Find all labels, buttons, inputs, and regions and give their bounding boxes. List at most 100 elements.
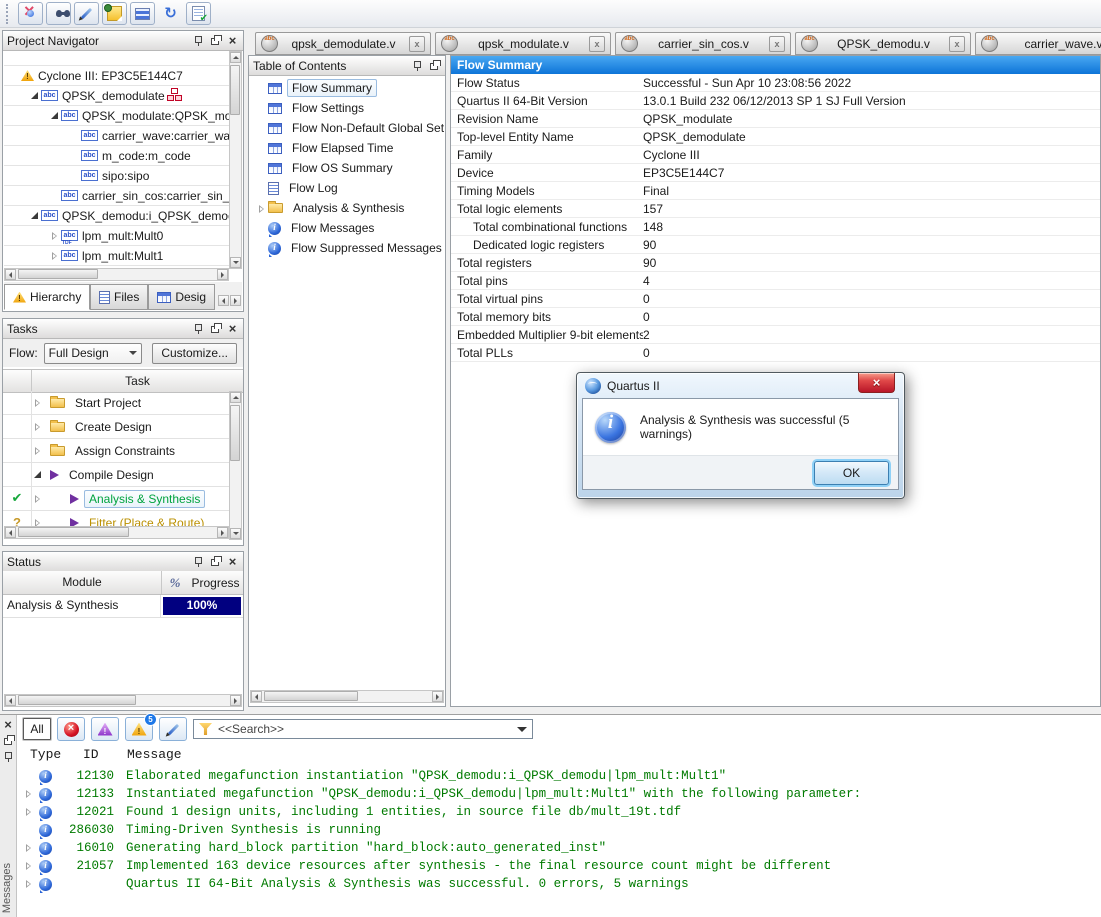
filter-critical-warnings-button[interactable] — [91, 717, 119, 741]
toc-item[interactable]: Flow OS Summary — [250, 158, 444, 178]
tree-item[interactable]: QPSK_demodu:i_QPSK_demodu — [4, 206, 229, 226]
tree-item[interactable]: lpm_mult:Mult1 — [4, 246, 229, 266]
scroll-track[interactable] — [16, 527, 217, 538]
scroll-left-icon[interactable] — [5, 269, 16, 280]
notes-button[interactable] — [102, 2, 127, 25]
scroll-thumb[interactable] — [18, 695, 136, 705]
expand-arrow-icon[interactable] — [256, 103, 267, 114]
tree-item[interactable]: sipo:sipo — [4, 166, 229, 186]
scroll-track[interactable] — [230, 403, 241, 528]
toc-item[interactable]: Flow Log — [250, 178, 444, 198]
float-icon[interactable] — [209, 34, 222, 47]
expand-arrow-icon[interactable] — [256, 203, 267, 214]
status-horizontal-scrollbar[interactable] — [4, 694, 242, 707]
message-row[interactable]: 286030 Timing-Driven Synthesis is runnin… — [17, 821, 1101, 839]
float-icon[interactable] — [209, 322, 222, 335]
close-tab-icon[interactable]: x — [949, 36, 965, 52]
pin-icon[interactable] — [2, 750, 15, 763]
message-row[interactable]: 12021 Found 1 design units, including 1 … — [17, 803, 1101, 821]
dialog-titlebar[interactable]: Quartus II — [582, 373, 899, 398]
expand-arrow-icon[interactable] — [256, 183, 267, 194]
message-row[interactable]: 21057 Implemented 163 device resources a… — [17, 857, 1101, 875]
edit-button[interactable] — [74, 2, 99, 25]
message-row[interactable]: 12130 Elaborated megafunction instantiat… — [17, 767, 1101, 785]
document-tab[interactable]: qpsk_demodulate.v x — [255, 32, 431, 55]
options-button[interactable] — [130, 2, 155, 25]
expand-arrow-icon[interactable] — [32, 469, 49, 480]
task-row[interactable]: Compile Design — [3, 463, 229, 487]
ok-button[interactable]: OK — [814, 461, 889, 485]
close-icon[interactable] — [226, 322, 239, 335]
flow-summary-row[interactable]: Device EP3C5E144C7 — [451, 164, 1100, 182]
scroll-down-icon[interactable] — [230, 528, 241, 539]
filter-warnings-button[interactable]: 5 — [125, 717, 153, 741]
scroll-thumb[interactable] — [230, 65, 240, 115]
close-icon[interactable] — [226, 34, 239, 47]
close-tab-icon[interactable]: x — [409, 36, 425, 52]
scroll-left-icon[interactable] — [5, 695, 16, 706]
scroll-left-icon[interactable] — [5, 527, 16, 538]
message-row[interactable]: 12133 Instantiated megafunction "QPSK_de… — [17, 785, 1101, 803]
message-row[interactable]: 16010 Generating hard_block partition "h… — [17, 839, 1101, 857]
flow-summary-row[interactable]: Total registers 90 — [451, 254, 1100, 272]
close-tab-icon[interactable]: x — [589, 36, 605, 52]
close-icon[interactable] — [2, 718, 15, 731]
message-search-combo[interactable]: <<Search>> — [193, 719, 533, 739]
compile-dashboard-button[interactable] — [18, 2, 43, 25]
tree-item[interactable]: carrier_sin_cos:carrier_sin_cos — [4, 186, 229, 206]
flow-summary-row[interactable]: Total pins 4 — [451, 272, 1100, 290]
expand-arrow-icon[interactable] — [256, 163, 267, 174]
scroll-track[interactable] — [16, 269, 217, 280]
scroll-track[interactable] — [262, 691, 432, 702]
expand-arrow-icon[interactable] — [49, 190, 60, 201]
scroll-up-icon[interactable] — [230, 52, 241, 63]
expand-arrow-icon[interactable] — [49, 110, 60, 121]
customize-button[interactable]: Customize... — [152, 343, 237, 364]
expand-arrow-icon[interactable] — [256, 123, 267, 134]
message-row[interactable]: Quartus II 64-Bit Analysis & Synthesis w… — [17, 875, 1101, 893]
pin-icon[interactable] — [192, 322, 205, 335]
flow-summary-row[interactable]: Quartus II 64-Bit Version 13.0.1 Build 2… — [451, 92, 1100, 110]
tree-item[interactable]: m_code:m_code — [4, 146, 229, 166]
tree-item[interactable]: QPSK_modulate:QPSK_modulate — [4, 106, 229, 126]
scroll-right-icon[interactable] — [432, 691, 443, 702]
scroll-thumb[interactable] — [264, 691, 358, 701]
scroll-track[interactable] — [230, 63, 241, 257]
flow-summary-row[interactable]: Embedded Multiplier 9-bit elements 2 — [451, 326, 1100, 344]
toc-item[interactable]: Analysis & Synthesis — [250, 198, 444, 218]
refresh-button[interactable]: ↻ — [158, 2, 183, 25]
expand-arrow-icon[interactable] — [69, 150, 80, 161]
expand-arrow-icon[interactable] — [32, 493, 69, 504]
float-icon[interactable] — [428, 59, 441, 72]
flow-summary-row[interactable]: Total memory bits 0 — [451, 308, 1100, 326]
expand-arrow-icon[interactable] — [29, 90, 40, 101]
find-button[interactable] — [46, 2, 71, 25]
flow-select[interactable]: Full Design — [44, 343, 143, 364]
scroll-up-icon[interactable] — [230, 392, 241, 403]
pin-icon[interactable] — [411, 59, 424, 72]
toc-item[interactable]: Flow Non-Default Global Settings — [250, 118, 444, 138]
toc-horizontal-scrollbar[interactable] — [250, 690, 444, 703]
tabs-scroll-left-icon[interactable] — [218, 295, 229, 306]
task-row[interactable]: Start Project — [3, 391, 229, 415]
filter-all-button[interactable]: All — [23, 718, 51, 740]
tasks-vertical-scrollbar[interactable] — [229, 391, 242, 540]
expand-arrow-icon[interactable] — [256, 143, 267, 154]
document-tab[interactable]: carrier_sin_cos.v x — [615, 32, 791, 55]
toc-item[interactable]: Flow Suppressed Messages — [250, 238, 444, 258]
task-row[interactable]: Analysis & Synthesis — [3, 487, 229, 511]
scroll-track[interactable] — [16, 695, 230, 706]
toolbar-grip[interactable] — [6, 4, 12, 24]
scroll-left-icon[interactable] — [251, 691, 262, 702]
float-icon[interactable] — [209, 555, 222, 568]
pin-icon[interactable] — [192, 34, 205, 47]
tree-vertical-scrollbar[interactable] — [229, 51, 242, 269]
tabs-scroll-right-icon[interactable] — [230, 295, 241, 306]
flow-summary-row[interactable]: Total PLLs 0 — [451, 344, 1100, 362]
expand-arrow-icon[interactable] — [9, 70, 20, 81]
flow-summary-row[interactable]: Flow Status Successful - Sun Apr 10 23:0… — [451, 74, 1100, 92]
expand-arrow-icon[interactable] — [32, 397, 49, 408]
expand-arrow-icon[interactable] — [256, 83, 267, 94]
tree-item[interactable]: Cyclone III: EP3C5E144C7 — [4, 66, 229, 86]
expand-arrow-icon[interactable] — [256, 243, 267, 254]
